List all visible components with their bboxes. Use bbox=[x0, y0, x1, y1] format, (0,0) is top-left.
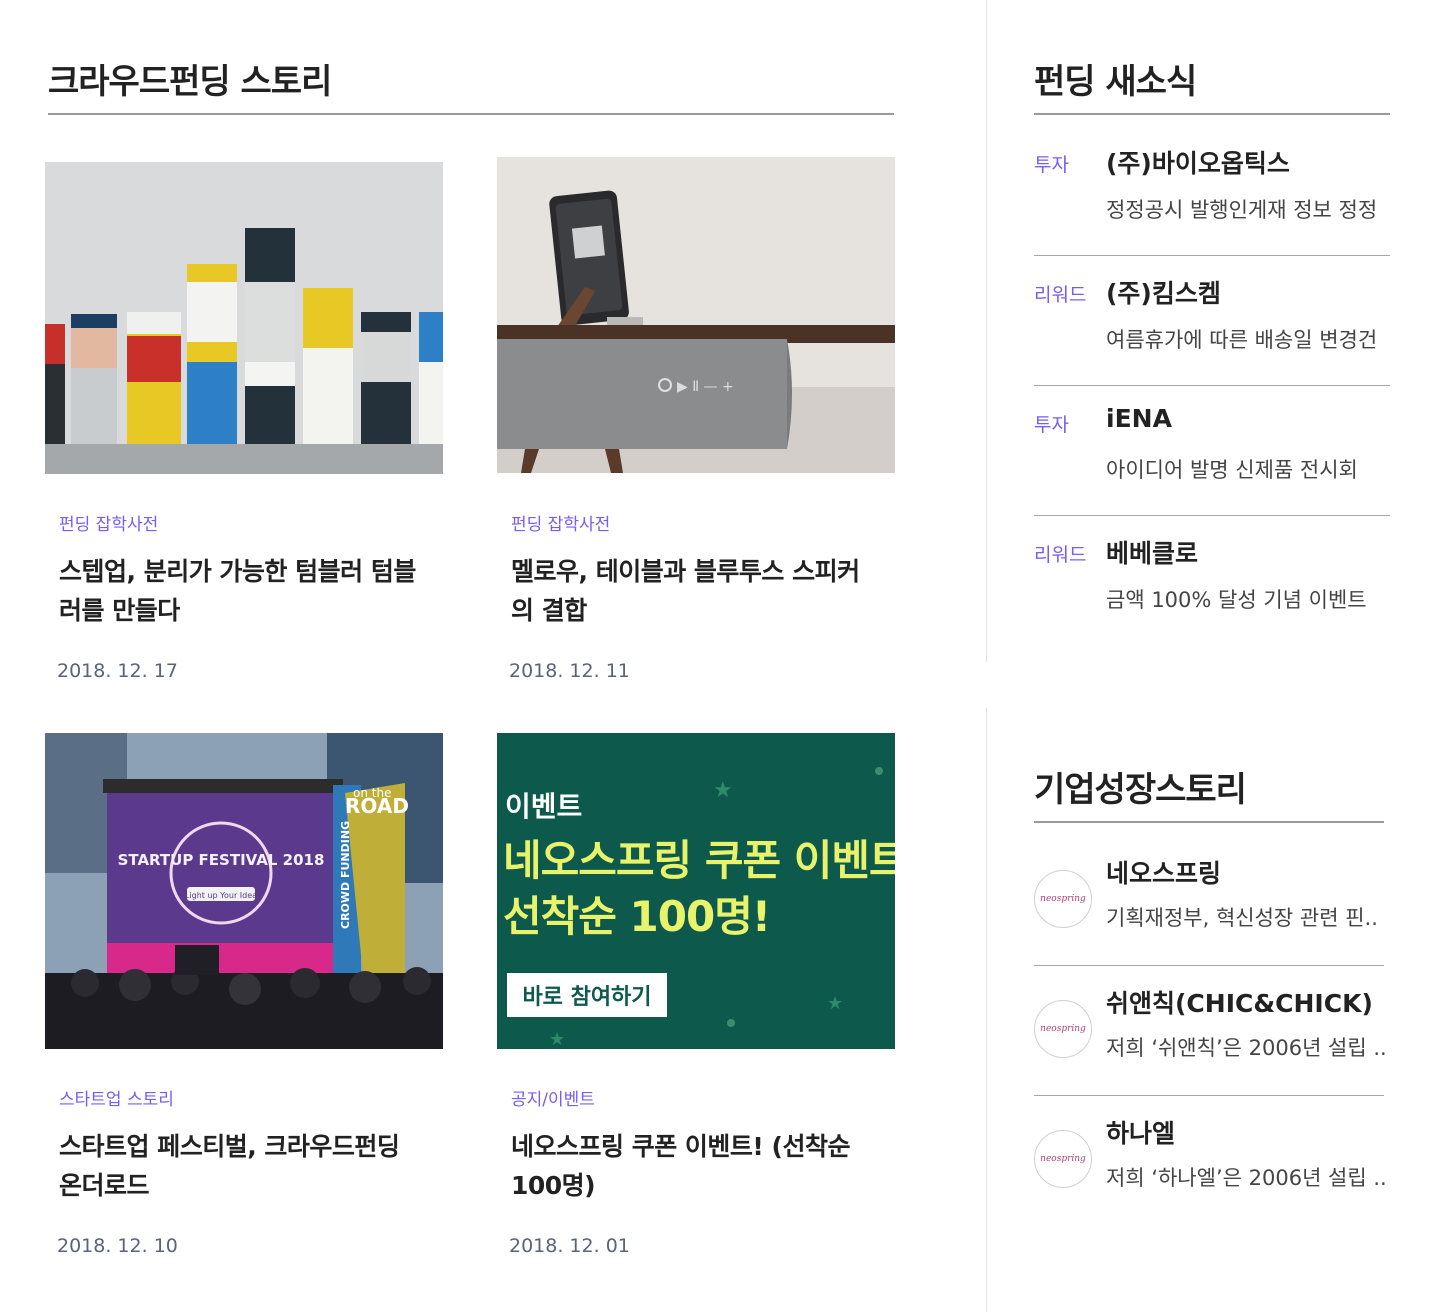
card-title[interactable]: 멜로우, 테이블과 블루투스 스피커의 결합 bbox=[511, 552, 881, 630]
news-desc[interactable]: 여름휴가에 따른 배송일 변경건 bbox=[1106, 324, 1377, 354]
news-section-title: 펀딩 새소식 bbox=[1034, 62, 1197, 102]
news-desc[interactable]: 아이디어 발명 신제품 전시회 bbox=[1106, 454, 1358, 484]
svg-text:★: ★ bbox=[713, 778, 733, 803]
column-divider-top bbox=[986, 0, 987, 662]
company-logo-text: neospring bbox=[1040, 1154, 1086, 1164]
growth-desc[interactable]: 저희 ‘쉬앤칙’은 2006년 설립 .. bbox=[1106, 1032, 1387, 1062]
growth-title-rule bbox=[1034, 821, 1384, 823]
story-card-3[interactable]: STARTUP FESTIVAL 2018 Light up Your Idea… bbox=[45, 733, 443, 1257]
company-logo: neospring bbox=[1034, 1130, 1092, 1188]
news-tag: 투자 bbox=[1034, 154, 1069, 176]
company-logo: neospring bbox=[1034, 870, 1092, 928]
festival-tagline-text: Light up Your Idea bbox=[185, 891, 257, 900]
card-date: 2018. 12. 17 bbox=[57, 660, 178, 682]
card-category: 공지/이벤트 bbox=[511, 1090, 595, 1110]
company-logo: neospring bbox=[1034, 1000, 1092, 1058]
news-tag: 투자 bbox=[1034, 414, 1069, 436]
growth-section-title: 기업성장스토리 bbox=[1034, 770, 1247, 810]
card-date: 2018. 12. 10 bbox=[57, 1235, 178, 1257]
news-company[interactable]: 베베클로 bbox=[1106, 534, 1198, 570]
card-title[interactable]: 스텝업, 분리가 가능한 텀블러 텀블러를 만들다 bbox=[59, 552, 429, 630]
news-tag: 리워드 bbox=[1034, 544, 1087, 566]
event-banner-image[interactable]: ★ ★ ★ 이벤트 네오스프링 쿠폰 이벤트 선착순 100명! 바로 참여하기 bbox=[497, 733, 895, 1049]
column-divider-bottom bbox=[986, 708, 987, 1312]
company-logo-text: neospring bbox=[1040, 1024, 1086, 1034]
news-title-rule bbox=[1034, 113, 1390, 115]
news-item[interactable]: 리워드 (주)킴스켐 여름휴가에 따른 배송일 변경건 bbox=[1034, 256, 1390, 386]
card-category: 스타트업 스토리 bbox=[59, 1090, 174, 1110]
growth-desc[interactable]: 저희 ‘하나엘’은 2006년 설립 .. bbox=[1106, 1162, 1387, 1192]
growth-item[interactable]: neospring 쉬앤칙(CHIC&CHICK) 저희 ‘쉬앤칙’은 2006… bbox=[1034, 966, 1387, 1096]
story-section-title: 크라우드펀딩 스토리 bbox=[48, 62, 332, 102]
news-item[interactable]: 투자 (주)바이오옵틱스 정정공시 발행인게재 정보 정정 bbox=[1034, 126, 1390, 256]
news-item[interactable]: 리워드 베베클로 금액 100% 달성 기념 이벤트 bbox=[1034, 516, 1390, 636]
news-desc[interactable]: 금액 100% 달성 기념 이벤트 bbox=[1106, 584, 1367, 614]
growth-company[interactable]: 네오스프링 bbox=[1106, 854, 1221, 890]
svg-text:▶ Ⅱ — +: ▶ Ⅱ — + bbox=[677, 379, 734, 395]
svg-text:★: ★ bbox=[827, 993, 843, 1014]
news-item[interactable]: 투자 iENA 아이디어 발명 신제품 전시회 bbox=[1034, 386, 1390, 516]
story-card-1[interactable]: 펀딩 잡학사전 스텝업, 분리가 가능한 텀블러 텀블러를 만들다 2018. … bbox=[45, 162, 443, 682]
festival-banner-text: CROWD FUNDING bbox=[339, 821, 352, 929]
news-desc[interactable]: 정정공시 발행인게재 정보 정정 bbox=[1106, 194, 1377, 224]
news-tag: 리워드 bbox=[1034, 284, 1087, 306]
card-date: 2018. 12. 11 bbox=[509, 660, 630, 682]
svg-text:★: ★ bbox=[549, 1029, 565, 1049]
company-logo-text: neospring bbox=[1040, 894, 1086, 904]
tumbler-photo[interactable] bbox=[45, 162, 443, 474]
event-label: 이벤트 bbox=[505, 790, 583, 823]
story-card-2[interactable]: ▶ Ⅱ — + 펀딩 잡학사전 멜로우, 테이블과 블루투스 스피커의 결합 2… bbox=[497, 157, 895, 682]
card-date: 2018. 12. 01 bbox=[509, 1235, 630, 1257]
growth-item[interactable]: neospring 하나엘 저희 ‘하나엘’은 2006년 설립 .. bbox=[1034, 1096, 1387, 1226]
news-company[interactable]: iENA bbox=[1106, 404, 1172, 433]
event-headline-line2: 선착순 100명! bbox=[503, 892, 771, 941]
speaker-table-photo[interactable]: ▶ Ⅱ — + bbox=[497, 157, 895, 473]
card-category: 펀딩 잡학사전 bbox=[511, 515, 611, 535]
growth-company[interactable]: 하나엘 bbox=[1106, 1114, 1175, 1150]
festival-road-text: ROAD bbox=[345, 794, 409, 818]
growth-company[interactable]: 쉬앤칙(CHIC&CHICK) bbox=[1106, 984, 1373, 1020]
card-title[interactable]: 스타트업 페스티벌, 크라우드펀딩 온더로드 bbox=[59, 1127, 429, 1205]
growth-desc[interactable]: 기획재정부, 혁신성장 관련 핀.. bbox=[1106, 902, 1378, 932]
festival-sign-text: STARTUP FESTIVAL 2018 bbox=[118, 851, 325, 869]
news-company[interactable]: (주)킴스켐 bbox=[1106, 274, 1221, 310]
event-join-button[interactable]: 바로 참여하기 bbox=[507, 973, 667, 1017]
story-title-rule bbox=[48, 113, 894, 115]
story-card-4[interactable]: ★ ★ ★ 이벤트 네오스프링 쿠폰 이벤트 선착순 100명! 바로 참여하기… bbox=[497, 733, 895, 1257]
news-company[interactable]: (주)바이오옵틱스 bbox=[1106, 144, 1290, 180]
growth-item[interactable]: neospring 네오스프링 기획재정부, 혁신성장 관련 핀.. bbox=[1034, 836, 1384, 966]
festival-photo[interactable]: STARTUP FESTIVAL 2018 Light up Your Idea… bbox=[45, 733, 443, 1049]
card-category: 펀딩 잡학사전 bbox=[59, 515, 159, 535]
card-title[interactable]: 네오스프링 쿠폰 이벤트! (선착순 100명) bbox=[511, 1127, 881, 1205]
event-headline: 네오스프링 쿠폰 이벤트 선착순 100명! bbox=[503, 833, 895, 945]
event-headline-line1: 네오스프링 쿠폰 이벤트 bbox=[503, 836, 895, 885]
